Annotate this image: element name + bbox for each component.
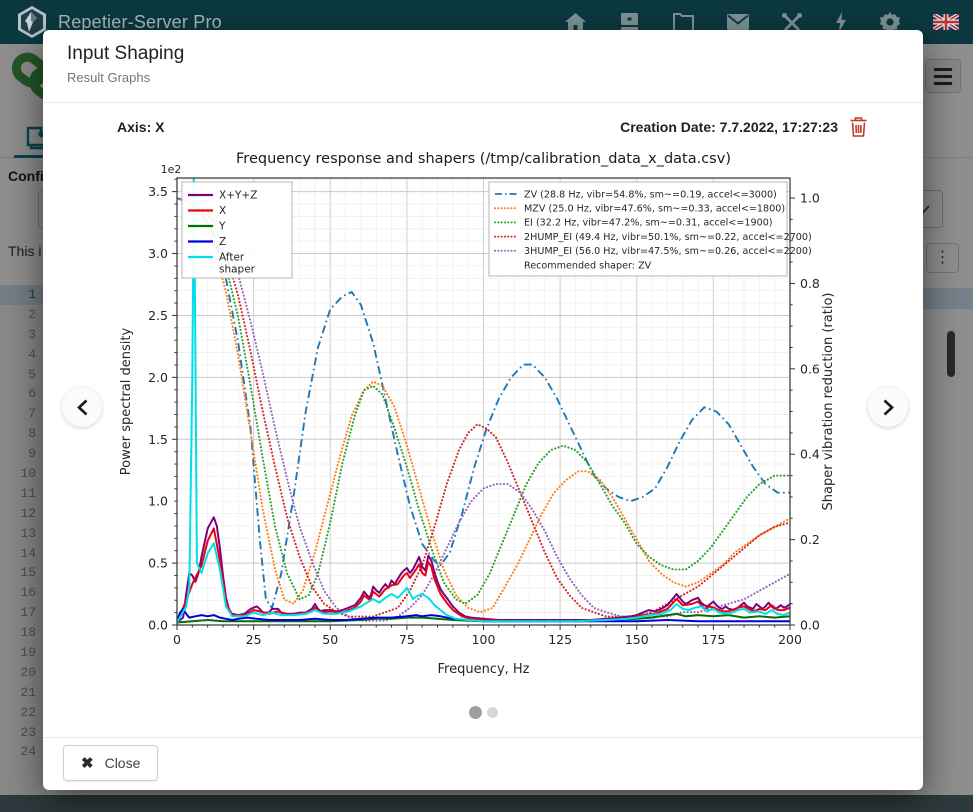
svg-text:Power spectral density: Power spectral density <box>119 327 134 475</box>
input-shaping-modal: Input Shaping Result Graphs Axis: X Crea… <box>43 30 923 790</box>
carousel-dot[interactable] <box>469 706 482 719</box>
chevron-right-icon <box>883 399 894 416</box>
svg-text:0.0: 0.0 <box>148 618 168 633</box>
axis-label: Axis: X <box>117 119 164 135</box>
svg-text:50: 50 <box>322 632 338 647</box>
svg-text:EI (32.2 Hz, vibr=47.2%, sm~=0: EI (32.2 Hz, vibr=47.2%, sm~=0.31, accel… <box>524 218 773 229</box>
svg-text:Frequency response and shapers: Frequency response and shapers (/tmp/cal… <box>236 151 731 167</box>
svg-text:3.0: 3.0 <box>148 246 168 261</box>
svg-text:200: 200 <box>778 632 802 647</box>
svg-text:MZV (25.0 Hz, vibr=47.6%, sm~=: MZV (25.0 Hz, vibr=47.6%, sm~=0.33, acce… <box>524 204 785 215</box>
tools-icon[interactable] <box>782 13 802 32</box>
home-icon[interactable] <box>565 13 586 32</box>
modal-subtitle: Result Graphs <box>67 70 899 85</box>
modal-header: Input Shaping Result Graphs <box>43 30 923 103</box>
close-icon: ✖ <box>81 754 94 772</box>
svg-text:150: 150 <box>625 632 649 647</box>
svg-text:Frequency, Hz: Frequency, Hz <box>437 662 529 677</box>
svg-text:2HUMP_EI (49.4 Hz, vibr=50.1%,: 2HUMP_EI (49.4 Hz, vibr=50.1%, sm~=0.22,… <box>524 232 812 243</box>
svg-text:100: 100 <box>472 632 496 647</box>
svg-text:Shaper vibration reduction (ra: Shaper vibration reduction (ratio) <box>821 293 836 511</box>
svg-text:0.6: 0.6 <box>800 361 820 376</box>
svg-text:0.8: 0.8 <box>800 276 820 291</box>
svg-text:Z: Z <box>219 236 226 248</box>
carousel-dots <box>43 706 923 719</box>
svg-text:75: 75 <box>399 632 415 647</box>
modal-footer: ✖ Close <box>43 737 923 790</box>
modal-title: Input Shaping <box>67 43 899 65</box>
carousel-dot[interactable] <box>487 707 498 718</box>
svg-text:ZV (28.8 Hz, vibr=54.8%, sm~=0: ZV (28.8 Hz, vibr=54.8%, sm~=0.19, accel… <box>524 189 777 200</box>
svg-text:0.4: 0.4 <box>800 447 820 462</box>
close-button[interactable]: ✖ Close <box>63 745 158 781</box>
chevron-left-icon <box>77 399 88 416</box>
svg-text:0.5: 0.5 <box>148 556 168 571</box>
carousel-next-button[interactable] <box>868 387 908 427</box>
result-chart: 02550751001251501752000.00.51.01.52.02.5… <box>114 145 852 697</box>
delete-trash-icon[interactable] <box>850 117 867 137</box>
svg-text:X+Y+Z: X+Y+Z <box>219 190 257 202</box>
mail-icon[interactable] <box>727 14 749 30</box>
settings-icon[interactable] <box>880 12 900 32</box>
svg-text:3.5: 3.5 <box>148 184 168 199</box>
svg-text:Y: Y <box>218 221 226 233</box>
bolt-icon[interactable] <box>835 12 847 32</box>
svg-text:3HUMP_EI (56.0 Hz, vibr=47.5%,: 3HUMP_EI (56.0 Hz, vibr=47.5%, sm~=0.26,… <box>524 246 812 257</box>
svg-text:X: X <box>219 205 226 217</box>
svg-text:2.0: 2.0 <box>148 370 168 385</box>
printer-icon[interactable] <box>619 13 640 32</box>
svg-text:125: 125 <box>548 632 572 647</box>
carousel-prev-button[interactable] <box>62 387 102 427</box>
creation-date-label: Creation Date: 7.7.2022, 17:27:23 <box>620 119 838 135</box>
folder-icon[interactable] <box>673 13 694 32</box>
svg-text:1e2: 1e2 <box>161 163 182 176</box>
svg-text:175: 175 <box>701 632 725 647</box>
svg-text:0: 0 <box>173 632 181 647</box>
svg-text:0.0: 0.0 <box>800 618 820 633</box>
svg-text:1.0: 1.0 <box>800 191 820 206</box>
flag-uk-icon[interactable] <box>933 14 959 30</box>
svg-text:1.5: 1.5 <box>148 432 168 447</box>
svg-text:0.2: 0.2 <box>800 532 820 547</box>
svg-text:Recommended shaper: ZV: Recommended shaper: ZV <box>524 260 652 271</box>
svg-text:25: 25 <box>246 632 262 647</box>
svg-text:2.5: 2.5 <box>148 308 168 323</box>
svg-text:1.0: 1.0 <box>148 494 168 509</box>
close-button-label: Close <box>105 755 141 771</box>
